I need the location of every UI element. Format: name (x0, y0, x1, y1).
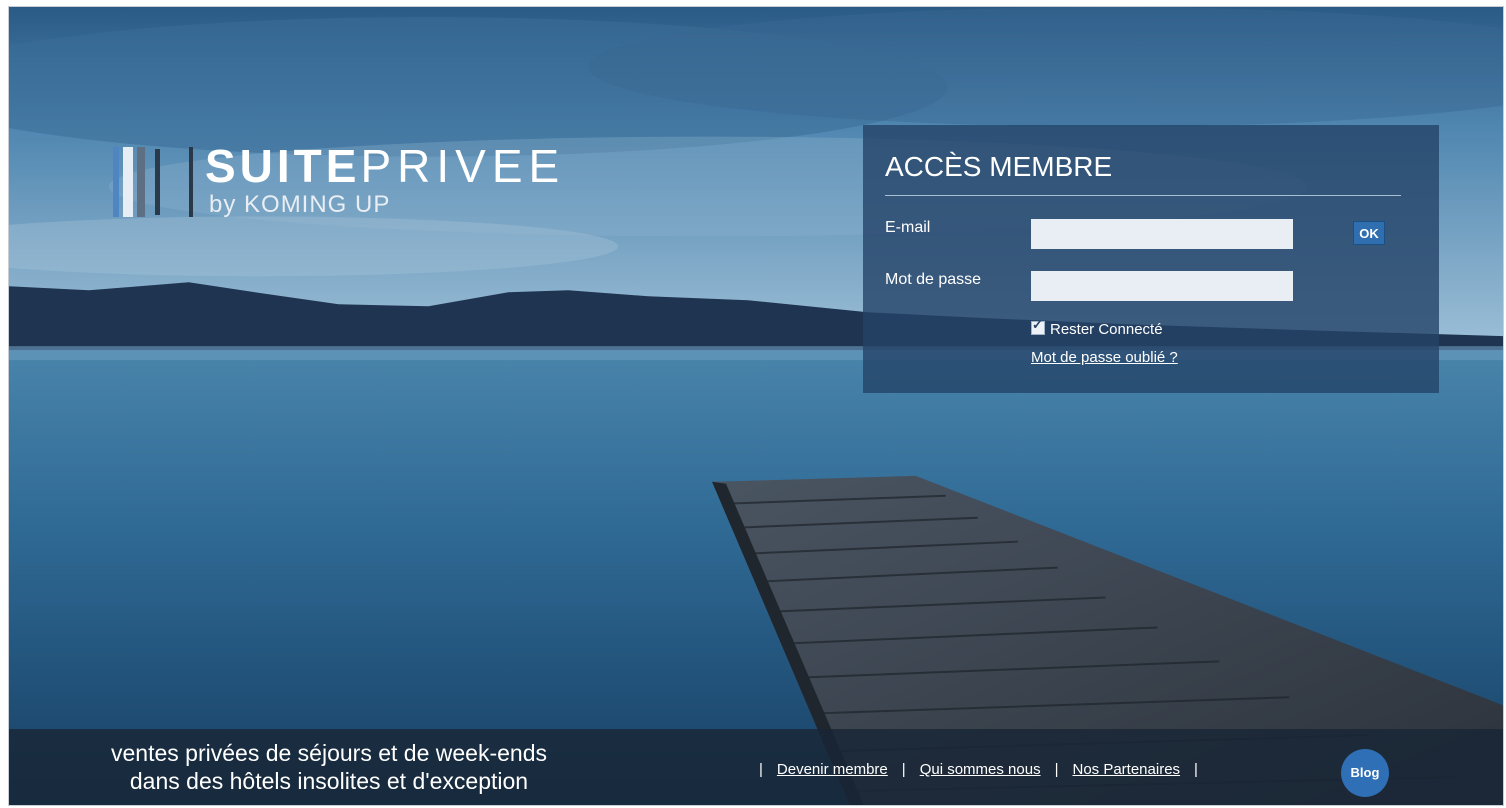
remember-label: Rester Connecté (1050, 321, 1163, 338)
logo-stripe-icon (113, 147, 119, 217)
forgot-password-link[interactable]: Mot de passe oublié ? (1031, 349, 1178, 366)
login-divider (885, 195, 1401, 196)
member-login-panel: ACCÈS MEMBRE E-mail OK Mot de passe Rest… (863, 125, 1439, 393)
nav-separator: | (901, 761, 906, 778)
nav-link-qui-sommes-nous[interactable]: Qui sommes nous (920, 761, 1041, 778)
brand-name-light: PRIVEE (360, 140, 566, 192)
email-field[interactable] (1031, 219, 1293, 249)
password-field[interactable] (1031, 271, 1293, 301)
email-label: E-mail (885, 219, 931, 236)
brand-name-bold: SUITE (205, 140, 361, 192)
login-title: ACCÈS MEMBRE (885, 151, 1113, 182)
page-frame: SUITEPRIVEE by KOMING UP ACCÈS MEMBRE E-… (8, 6, 1504, 806)
remember-me[interactable]: Rester Connecté (1031, 317, 1163, 338)
brand-byline: by KOMING UP (209, 191, 391, 218)
blog-button[interactable]: Blog (1341, 749, 1389, 797)
nav-separator: | (1054, 761, 1059, 778)
footer-slogan: ventes privées de séjours et de week-end… (49, 739, 609, 795)
logo-divider (189, 147, 193, 217)
logo-stripe-icon (137, 147, 145, 217)
slogan-line-2: dans des hôtels insolites et d'exception (129, 768, 529, 794)
remember-checkbox[interactable] (1031, 317, 1045, 335)
footer-bar: ventes privées de séjours et de week-end… (9, 729, 1503, 805)
nav-separator: | (759, 761, 763, 778)
footer-nav: | Devenir membre | Qui sommes nous | Nos Part… (745, 761, 1212, 785)
password-label: Mot de passe (885, 271, 982, 288)
nav-link-nos-partenaires[interactable]: Nos Partenaires (1072, 761, 1180, 778)
brand-logo[interactable]: SUITEPRIVEE by KOMING UP (113, 143, 673, 227)
logo-stripe-icon (155, 149, 160, 215)
slogan-line-1: ventes privées de séjours et de week-end… (111, 740, 547, 766)
nav-link-devenir-membre[interactable]: Devenir membre (777, 761, 888, 778)
nav-separator: | (1194, 761, 1198, 778)
brand-name: SUITEPRIVEE (205, 143, 565, 189)
logo-stripe-icon (123, 147, 133, 217)
ok-button[interactable]: OK (1353, 221, 1385, 245)
